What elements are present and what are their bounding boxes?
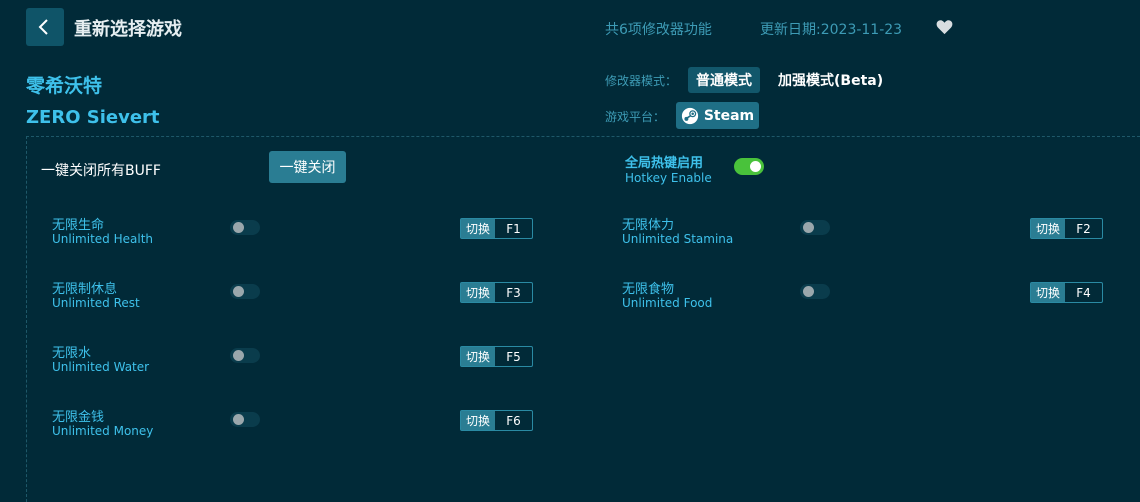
platform-steam-button[interactable]: Steam (676, 102, 759, 129)
switch-label: 切换 (461, 283, 495, 302)
enhanced-mode-button[interactable]: 加强模式(Beta) (770, 67, 891, 93)
cheat-toggle-water[interactable] (230, 348, 260, 363)
hotkey-button-water[interactable]: 切换 F5 (460, 346, 533, 367)
cheat-name-cn: 无限水 (52, 346, 92, 361)
cheat-toggle-food[interactable] (800, 284, 830, 299)
hotkey-label-en: Hotkey Enable (625, 171, 712, 185)
hotkey-key: F5 (506, 349, 521, 364)
hotkey-key: F2 (1076, 221, 1091, 236)
cheat-name-cn: 无限金钱 (52, 410, 105, 425)
mode-label: 修改器模式： (605, 74, 678, 88)
cheat-name-en: Unlimited Health (52, 232, 154, 246)
cheat-name-cn: 无限制休息 (52, 282, 118, 297)
hotkey-button-money[interactable]: 切换 F6 (460, 410, 533, 431)
hotkey-button-health[interactable]: 切换 F1 (460, 218, 533, 239)
hotkey-button-rest[interactable]: 切换 F3 (460, 282, 533, 303)
feature-count: 共6项修改器功能 (605, 22, 712, 38)
cheat-name-cn: 无限食物 (622, 282, 675, 297)
hotkey-button-food[interactable]: 切换 F4 (1030, 282, 1103, 303)
hotkey-toggle[interactable] (734, 158, 764, 175)
close-all-label: 一键关闭所有BUFF (41, 163, 161, 179)
hotkey-key: F4 (1076, 285, 1091, 300)
update-date: 更新日期:2023-11-23 (760, 22, 903, 38)
hotkey-key: F3 (506, 285, 521, 300)
toggle-knob (233, 222, 244, 233)
heart-icon[interactable] (936, 19, 953, 35)
hotkey-button-stamina[interactable]: 切换 F2 (1030, 218, 1103, 239)
cheat-toggle-money[interactable] (230, 412, 260, 427)
toggle-knob (233, 414, 244, 425)
toggle-knob (750, 161, 761, 172)
normal-mode-button[interactable]: 普通模式 (688, 67, 760, 93)
cheat-name-en: Unlimited Water (52, 360, 150, 374)
platform-name: Steam (703, 107, 755, 124)
steam-icon (681, 107, 698, 124)
switch-label: 切换 (1031, 283, 1065, 302)
cheat-panel (26, 136, 1140, 502)
trainer-window: 重新选择游戏 共6项修改器功能 更新日期:2023-11-23 零希沃特 ZER… (0, 0, 1140, 502)
cheat-toggle-rest[interactable] (230, 284, 260, 299)
back-button[interactable] (26, 8, 64, 46)
game-name-en: ZERO Sievert (26, 107, 160, 128)
cheat-toggle-health[interactable] (230, 220, 260, 235)
hotkey-label-cn: 全局热键启用 (625, 156, 704, 171)
toggle-knob (803, 222, 814, 233)
switch-label: 切换 (461, 411, 495, 430)
hotkey-key: F6 (506, 413, 521, 428)
game-name-cn: 零希沃特 (26, 75, 103, 97)
switch-label: 切换 (461, 219, 495, 238)
cheat-name-cn: 无限生命 (52, 218, 105, 233)
cheat-name-cn: 无限体力 (622, 218, 675, 233)
cheat-name-en: Unlimited Food (622, 296, 713, 310)
cheat-name-en: Unlimited Rest (52, 296, 140, 310)
switch-label: 切换 (461, 347, 495, 366)
switch-label: 切换 (1031, 219, 1065, 238)
cheat-toggle-stamina[interactable] (800, 220, 830, 235)
toggle-knob (233, 350, 244, 361)
page-title: 重新选择游戏 (74, 19, 182, 40)
toggle-knob (233, 286, 244, 297)
cheat-name-en: Unlimited Money (52, 424, 154, 438)
chevron-left-icon (38, 19, 48, 35)
close-all-button[interactable]: 一键关闭 (269, 151, 346, 183)
cheat-name-en: Unlimited Stamina (622, 232, 734, 246)
platform-label: 游戏平台： (605, 110, 666, 124)
toggle-knob (803, 286, 814, 297)
hotkey-key: F1 (506, 221, 521, 236)
